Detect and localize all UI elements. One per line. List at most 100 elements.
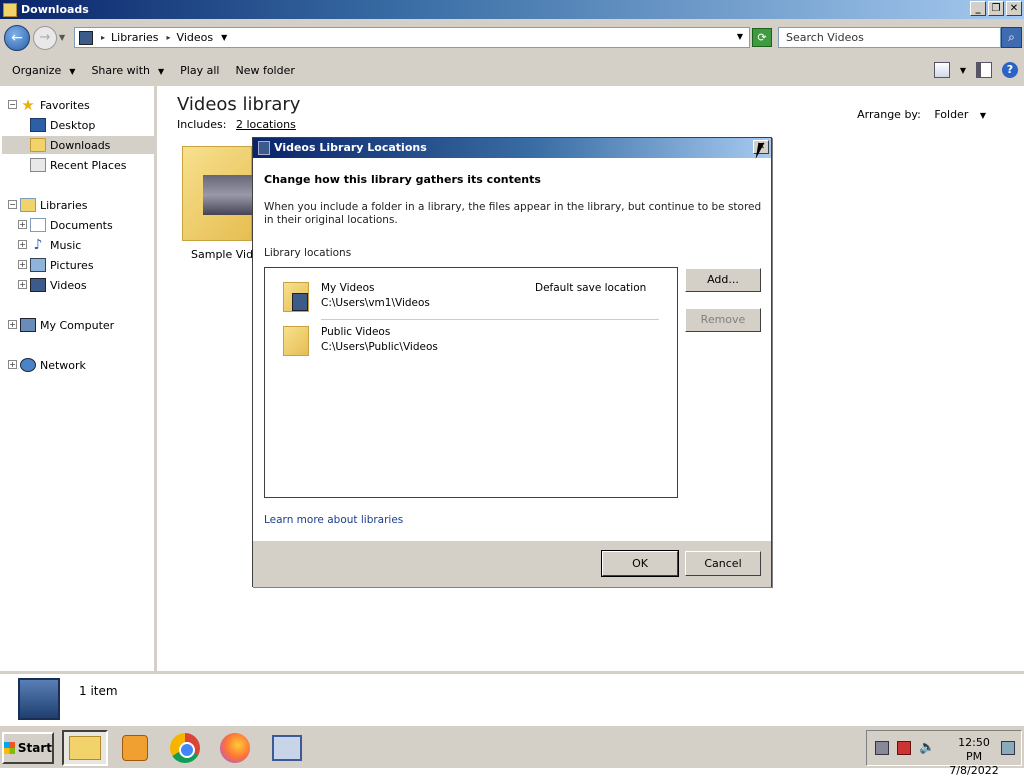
cancel-button[interactable]: Cancel [685, 551, 761, 576]
media-player-icon [122, 735, 148, 761]
collapse-libraries-icon[interactable]: − [8, 200, 17, 209]
arrange-by-dropdown[interactable]: Folder [934, 108, 968, 121]
learn-more-link[interactable]: Learn more about libraries [264, 514, 403, 526]
arrange-by: Arrange by: Folder ▼ [857, 108, 986, 121]
nav-downloads[interactable]: Downloads [2, 136, 155, 154]
organize-menu[interactable]: Organize ▼ [12, 64, 75, 77]
close-button[interactable]: ✕ [1006, 1, 1022, 16]
video-library-icon [258, 141, 270, 155]
downloads-folder-icon [30, 138, 46, 152]
star-icon: ★ [21, 96, 35, 114]
video-library-icon [18, 678, 60, 720]
nav-documents[interactable]: Documents [30, 216, 155, 234]
nav-downloads-label: Downloads [50, 138, 111, 152]
library-locations-label: Library locations [264, 247, 352, 259]
forward-button[interactable]: → [33, 26, 57, 50]
system-tray: 🔈 12:50 PM 7/8/2022 [866, 730, 1022, 777]
nav-desktop[interactable]: Desktop [30, 116, 155, 134]
address-row: ← → ▼ ▸ Libraries ▸ Videos ▼ ▼ ⟳ Search … [0, 19, 1024, 55]
pictures-icon [30, 258, 46, 272]
add-location-button[interactable]: Add... [685, 268, 761, 292]
nav-music-label: Music [50, 238, 82, 252]
clock-date: 7/8/2022 [949, 764, 999, 777]
window-controls: _ ❐ ✕ [970, 1, 1022, 16]
help-icon[interactable]: ? [1002, 62, 1018, 78]
taskbar-remote-desktop[interactable] [264, 730, 310, 766]
preview-pane-icon[interactable] [976, 62, 992, 78]
taskbar-media-player[interactable] [112, 730, 158, 766]
maximize-button[interactable]: ❐ [988, 1, 1004, 16]
video-folder-icon [283, 282, 309, 312]
nav-pictures[interactable]: Pictures [30, 256, 155, 274]
taskbar-explorer[interactable] [62, 730, 108, 766]
collapse-favorites-icon[interactable]: − [8, 100, 17, 109]
start-label: Start [17, 741, 52, 755]
nav-desktop-label: Desktop [50, 118, 96, 132]
computer-icon [20, 318, 36, 332]
ok-button[interactable]: OK [601, 550, 679, 577]
dialog-title-bar[interactable]: Videos Library Locations ✕ [253, 138, 771, 158]
nav-network[interactable]: Network [20, 356, 155, 374]
includes-label: Includes: [177, 118, 227, 131]
search-icon[interactable]: ⌕ [1001, 27, 1022, 48]
expand-pictures-icon[interactable]: + [18, 260, 27, 269]
library-locations-link[interactable]: 2 locations [236, 118, 296, 131]
view-options-dropdown-icon[interactable]: ▼ [960, 66, 966, 75]
desktop-icon [30, 118, 46, 132]
breadcrumb-dropdown-icon[interactable]: ▼ [221, 33, 227, 42]
location-name: My Videos [321, 282, 375, 294]
share-with-menu[interactable]: Share with ▼ [91, 64, 164, 77]
volume-icon[interactable]: 🔈 [919, 741, 935, 755]
nav-favorites[interactable]: ★ Favorites [20, 96, 155, 114]
expand-my-computer-icon[interactable]: + [8, 320, 17, 329]
folder-item[interactable]: Sample Videos [182, 146, 272, 261]
breadcrumb-videos[interactable]: Videos [177, 31, 214, 44]
start-button[interactable]: Start [2, 732, 54, 764]
expand-music-icon[interactable]: + [18, 240, 27, 249]
play-all-button[interactable]: Play all [180, 64, 219, 77]
minimize-button[interactable]: _ [970, 1, 986, 16]
windows-logo-icon [4, 742, 15, 754]
clock[interactable]: 12:50 PM 7/8/2022 [949, 736, 999, 778]
locations-list[interactable]: My Videos C:\Users\vm1\Videos Default sa… [264, 267, 678, 498]
taskbar-firefox[interactable] [212, 730, 258, 766]
chevron-down-icon[interactable]: ▼ [980, 111, 986, 120]
nav-music[interactable]: ♪ Music [30, 236, 155, 254]
location-path: C:\Users\vm1\Videos [321, 297, 430, 309]
breadcrumb-libraries[interactable]: Libraries [111, 31, 159, 44]
nav-libraries[interactable]: Libraries [20, 196, 155, 214]
address-history-dropdown[interactable]: ▼ [737, 32, 743, 41]
location-item[interactable]: Public Videos C:\Users\Public\Videos [283, 322, 659, 366]
show-desktop-icon[interactable] [1001, 741, 1015, 755]
divider [321, 319, 659, 320]
remove-location-button[interactable]: Remove [685, 308, 761, 332]
expand-network-icon[interactable]: + [8, 360, 17, 369]
taskbar-chrome[interactable] [162, 730, 208, 766]
refresh-button[interactable]: ⟳ [752, 28, 772, 47]
nav-my-computer[interactable]: My Computer [20, 316, 155, 334]
change-view-icon[interactable] [933, 62, 950, 78]
back-button[interactable]: ← [4, 25, 30, 51]
chevron-down-icon: ▼ [158, 67, 165, 76]
nav-documents-label: Documents [50, 218, 113, 232]
dialog-description: When you include a folder in a library, … [264, 201, 762, 226]
address-bar[interactable]: ▸ Libraries ▸ Videos ▼ ▼ [74, 27, 750, 48]
nav-my-computer-label: My Computer [40, 318, 115, 332]
nav-videos[interactable]: Videos [30, 276, 155, 294]
expand-videos-icon[interactable]: + [18, 280, 27, 289]
nav-recent-places[interactable]: Recent Places [30, 156, 155, 174]
action-center-icon[interactable] [875, 741, 889, 755]
location-path: C:\Users\Public\Videos [321, 341, 438, 353]
window-title-bar[interactable]: Downloads _ ❐ ✕ [0, 0, 1024, 19]
recent-pages-dropdown[interactable]: ▼ [59, 33, 65, 42]
network-status-icon[interactable] [897, 741, 911, 755]
arrange-by-label: Arrange by: [857, 108, 921, 121]
location-name: Public Videos [321, 326, 391, 338]
expand-documents-icon[interactable]: + [18, 220, 27, 229]
libraries-icon [20, 198, 36, 212]
breadcrumb-arrow-icon[interactable]: ▸ [101, 33, 105, 42]
new-folder-button[interactable]: New folder [235, 64, 294, 77]
search-input[interactable]: Search Videos [778, 27, 1001, 48]
location-item[interactable]: My Videos C:\Users\vm1\Videos Default sa… [283, 278, 659, 322]
breadcrumb-arrow-icon[interactable]: ▸ [167, 33, 171, 42]
